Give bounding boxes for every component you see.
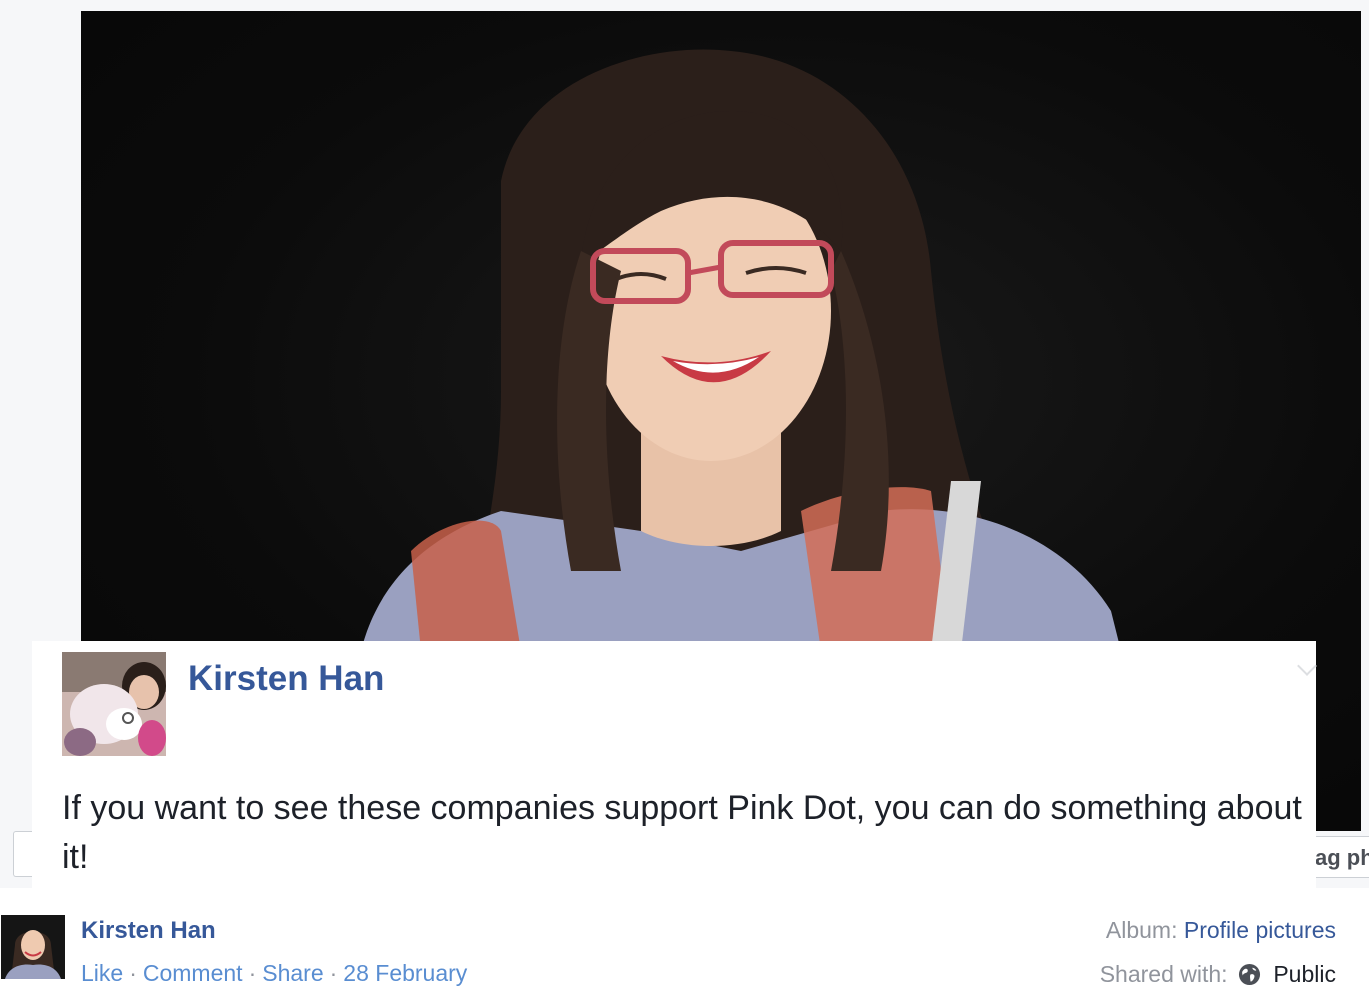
privacy-value[interactable]: Public [1273, 961, 1336, 987]
photo-viewer-page: ag ph Kirsten Han If you want to see the… [0, 0, 1369, 996]
shared-with-label: Shared with: [1099, 961, 1228, 987]
footer-author-name[interactable]: Kirsten Han [81, 917, 216, 945]
post-date[interactable]: 28 February [343, 960, 467, 986]
chevron-down-icon[interactable] [1297, 656, 1317, 676]
album-row: Album: Profile pictures [1100, 917, 1336, 961]
post-author-avatar[interactable] [62, 652, 166, 756]
like-link[interactable]: Like [81, 960, 123, 986]
post-actions: Like · Comment · Share · 28 February [81, 960, 467, 987]
album-label: Album: [1105, 917, 1178, 943]
separator: · [129, 960, 137, 986]
privacy-row: Shared with: Public [1100, 961, 1336, 996]
share-link[interactable]: Share [262, 960, 323, 986]
album-link[interactable]: Profile pictures [1184, 917, 1336, 943]
globe-icon[interactable] [1238, 963, 1261, 986]
avatar-image [62, 652, 166, 756]
quoted-post-card: Kirsten Han If you want to see these com… [32, 641, 1317, 888]
avatar-image [1, 915, 65, 979]
photo-meta: Album: Profile pictures Shared with: Pub… [1100, 917, 1336, 996]
comment-link[interactable]: Comment [143, 960, 243, 986]
footer-author-avatar[interactable] [1, 915, 65, 979]
post-author-name[interactable]: Kirsten Han [188, 659, 384, 699]
separator: · [248, 960, 257, 986]
tag-photo-button-edge[interactable]: ag ph [1312, 836, 1369, 878]
separator: · [329, 960, 338, 986]
post-text: If you want to see these companies suppo… [62, 789, 1302, 876]
photo-footer: Kirsten Han Like · Comment · Share · 28 Februa… [0, 888, 1369, 996]
